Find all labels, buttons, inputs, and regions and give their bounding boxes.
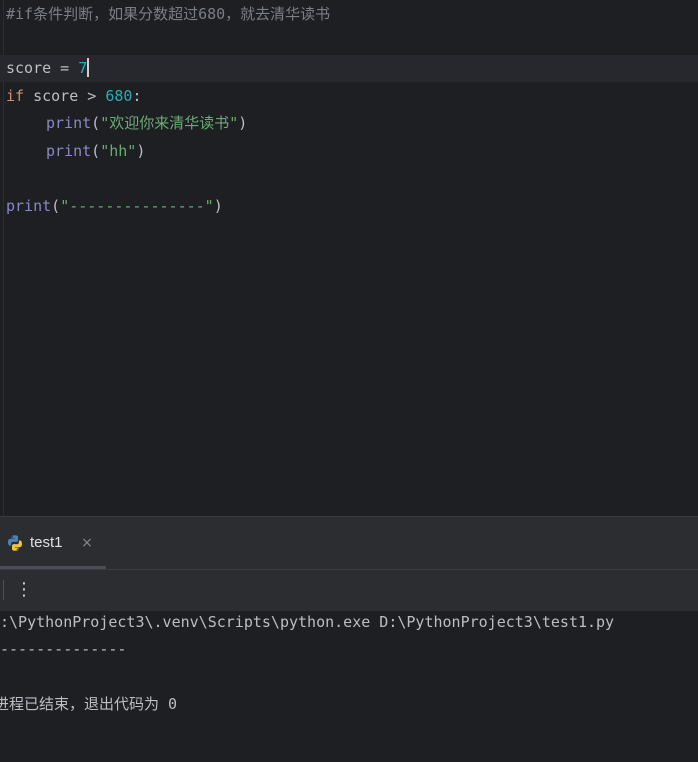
toolbar-divider: [3, 580, 4, 600]
console-output[interactable]: :\PythonProject3\.venv\Scripts\python.ex…: [0, 611, 698, 762]
text-caret: [87, 58, 90, 77]
paren-open: (: [91, 114, 101, 132]
paren-open: (: [91, 142, 101, 160]
string-literal: "欢迎你来清华读书": [100, 114, 239, 132]
paren-close: ): [136, 142, 146, 160]
code-line-assign[interactable]: score = 7: [6, 55, 90, 82]
variable-score: score: [6, 59, 52, 77]
builtin-print: print: [6, 197, 52, 215]
paren-open: (: [51, 197, 61, 215]
run-tab-bar: test1 ×: [0, 517, 698, 569]
code-editor[interactable]: #if条件判断，如果分数超过680，就去清华读书 score = 7 if sc…: [0, 0, 698, 516]
builtin-print: print: [46, 114, 92, 132]
operator-gt: >: [87, 87, 106, 105]
run-tab-label: test1: [30, 534, 63, 551]
string-literal: "---------------": [60, 197, 214, 215]
console-output-line: --------------: [0, 640, 127, 658]
colon: :: [132, 87, 142, 105]
console-exit-message: 进程已结束，退出代码为 0: [0, 695, 178, 713]
builtin-print: print: [46, 142, 92, 160]
code-line-if[interactable]: if score > 680:: [6, 83, 141, 110]
keyword-if: if: [6, 87, 25, 105]
variable-score: score: [24, 87, 88, 105]
code-line-print-welcome[interactable]: print("欢迎你来清华读书"): [46, 110, 247, 137]
string-literal: "hh": [100, 142, 137, 160]
paren-close: ): [213, 197, 223, 215]
paren-close: ): [238, 114, 248, 132]
current-line-highlight: [0, 55, 698, 82]
run-toolbar: ⋮: [0, 569, 698, 612]
run-tab-test1[interactable]: test1 ×: [0, 517, 106, 569]
more-vertical-icon[interactable]: ⋮: [14, 579, 34, 601]
python-icon: [8, 535, 22, 551]
code-line-print-dashes[interactable]: print("---------------"): [6, 193, 223, 220]
code-line-print-hh[interactable]: print("hh"): [46, 138, 145, 165]
run-tool-window: test1 × ⋮ :\PythonProject3\.venv\Scripts…: [0, 517, 698, 762]
console-command-line: :\PythonProject3\.venv\Scripts\python.ex…: [0, 613, 615, 631]
number-literal: 7: [78, 59, 88, 77]
code-comment-line[interactable]: #if条件判断，如果分数超过680，就去清华读书: [6, 1, 330, 28]
number-literal: 680: [105, 87, 133, 105]
operator-assign: =: [51, 59, 79, 77]
close-icon[interactable]: ×: [80, 533, 94, 553]
